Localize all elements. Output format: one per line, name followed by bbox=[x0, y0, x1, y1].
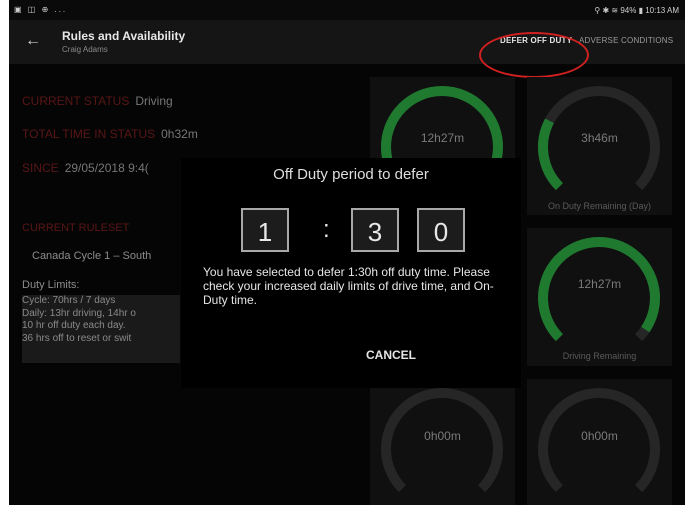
gauge-value: 12h27m bbox=[420, 131, 465, 145]
defer-dialog: Off Duty period to defer 1 : 3 0 You hav… bbox=[181, 158, 521, 388]
minutes-tens-field[interactable]: 3 bbox=[351, 208, 399, 252]
duty-limit-line: 10 hr off duty each day. bbox=[22, 320, 126, 331]
hours-digit-field[interactable]: 1 bbox=[241, 208, 289, 252]
gauge-value: 0h00m bbox=[424, 429, 461, 443]
gauge-card: 3h46m On Duty Remaining (Day) bbox=[527, 77, 672, 215]
driver-name: Craig Adams bbox=[62, 45, 108, 54]
page-title: Rules and Availability bbox=[62, 29, 186, 43]
gauge-value: 0h00m bbox=[581, 429, 618, 443]
gauge-card: 0h00m bbox=[370, 379, 515, 505]
app-screen: ▣ ◫ ⊕ ... ⚲ ✱ ≋ 94% ▮ 10:13 AM ← Rules a… bbox=[9, 0, 685, 505]
total-time-row: TOTAL TIME IN STATUS 0h32m bbox=[22, 127, 198, 141]
cancel-button[interactable]: CANCEL bbox=[366, 348, 416, 362]
gauge-arc bbox=[538, 86, 660, 191]
duty-limit-line: Cycle: 70hrs / 7 days bbox=[22, 295, 116, 306]
duty-limits-header: Duty Limits: bbox=[22, 279, 80, 291]
gauge-card: 0h00m bbox=[527, 379, 672, 505]
ruleset-label: CURRENT RULESET bbox=[22, 222, 130, 234]
gauge-value: 3h46m bbox=[581, 131, 618, 145]
dialog-title: Off Duty period to defer bbox=[273, 166, 429, 183]
since-label: SINCE bbox=[22, 161, 59, 175]
total-time-value: 0h32m bbox=[161, 127, 198, 141]
current-status-label: CURRENT STATUS bbox=[22, 94, 130, 108]
time-separator: : bbox=[323, 216, 330, 243]
defer-message: You have selected to defer 1:30h off dut… bbox=[203, 265, 494, 307]
app-bar: ← Rules and Availability Craig Adams DEF… bbox=[9, 20, 685, 78]
status-bar: ▣ ◫ ⊕ ... ⚲ ✱ ≋ 94% ▮ 10:13 AM bbox=[9, 0, 685, 20]
duty-limits-box: Cycle: 70hrs / 7 days Daily: 13hr drivin… bbox=[22, 295, 180, 363]
duty-limit-line: Daily: 13hr driving, 14hr o bbox=[22, 307, 136, 319]
current-status-value: Driving bbox=[135, 94, 173, 108]
adverse-conditions-button[interactable]: ADVERSE CONDITIONS bbox=[579, 36, 673, 45]
since-row: SINCE 29/05/2018 9:4( bbox=[22, 161, 149, 175]
since-value: 29/05/2018 9:4( bbox=[64, 161, 149, 175]
system-status: ⚲ ✱ ≋ 94% ▮ 10:13 AM bbox=[594, 6, 679, 15]
gauge-card: 12h27m Driving Remaining bbox=[527, 228, 672, 366]
ruleset-name: Canada Cycle 1 – South bbox=[32, 250, 152, 262]
notification-icons: ▣ ◫ ⊕ ... bbox=[14, 5, 68, 14]
back-arrow-icon[interactable]: ← bbox=[25, 32, 41, 50]
duty-limit-line: 36 hrs off to reset or swit bbox=[22, 332, 132, 344]
current-status-row: CURRENT STATUS Driving bbox=[22, 94, 173, 108]
gauge-label: On Duty Remaining (Day) bbox=[547, 201, 652, 211]
main-content: CURRENT STATUS Driving TOTAL TIME IN STAT… bbox=[9, 64, 685, 505]
gauge-arc bbox=[538, 237, 660, 342]
gauge-label: Driving Remaining bbox=[562, 351, 637, 361]
gauge-value: 12h27m bbox=[577, 277, 622, 291]
total-time-label: TOTAL TIME IN STATUS bbox=[22, 127, 156, 141]
minutes-ones-field[interactable]: 0 bbox=[417, 208, 465, 252]
